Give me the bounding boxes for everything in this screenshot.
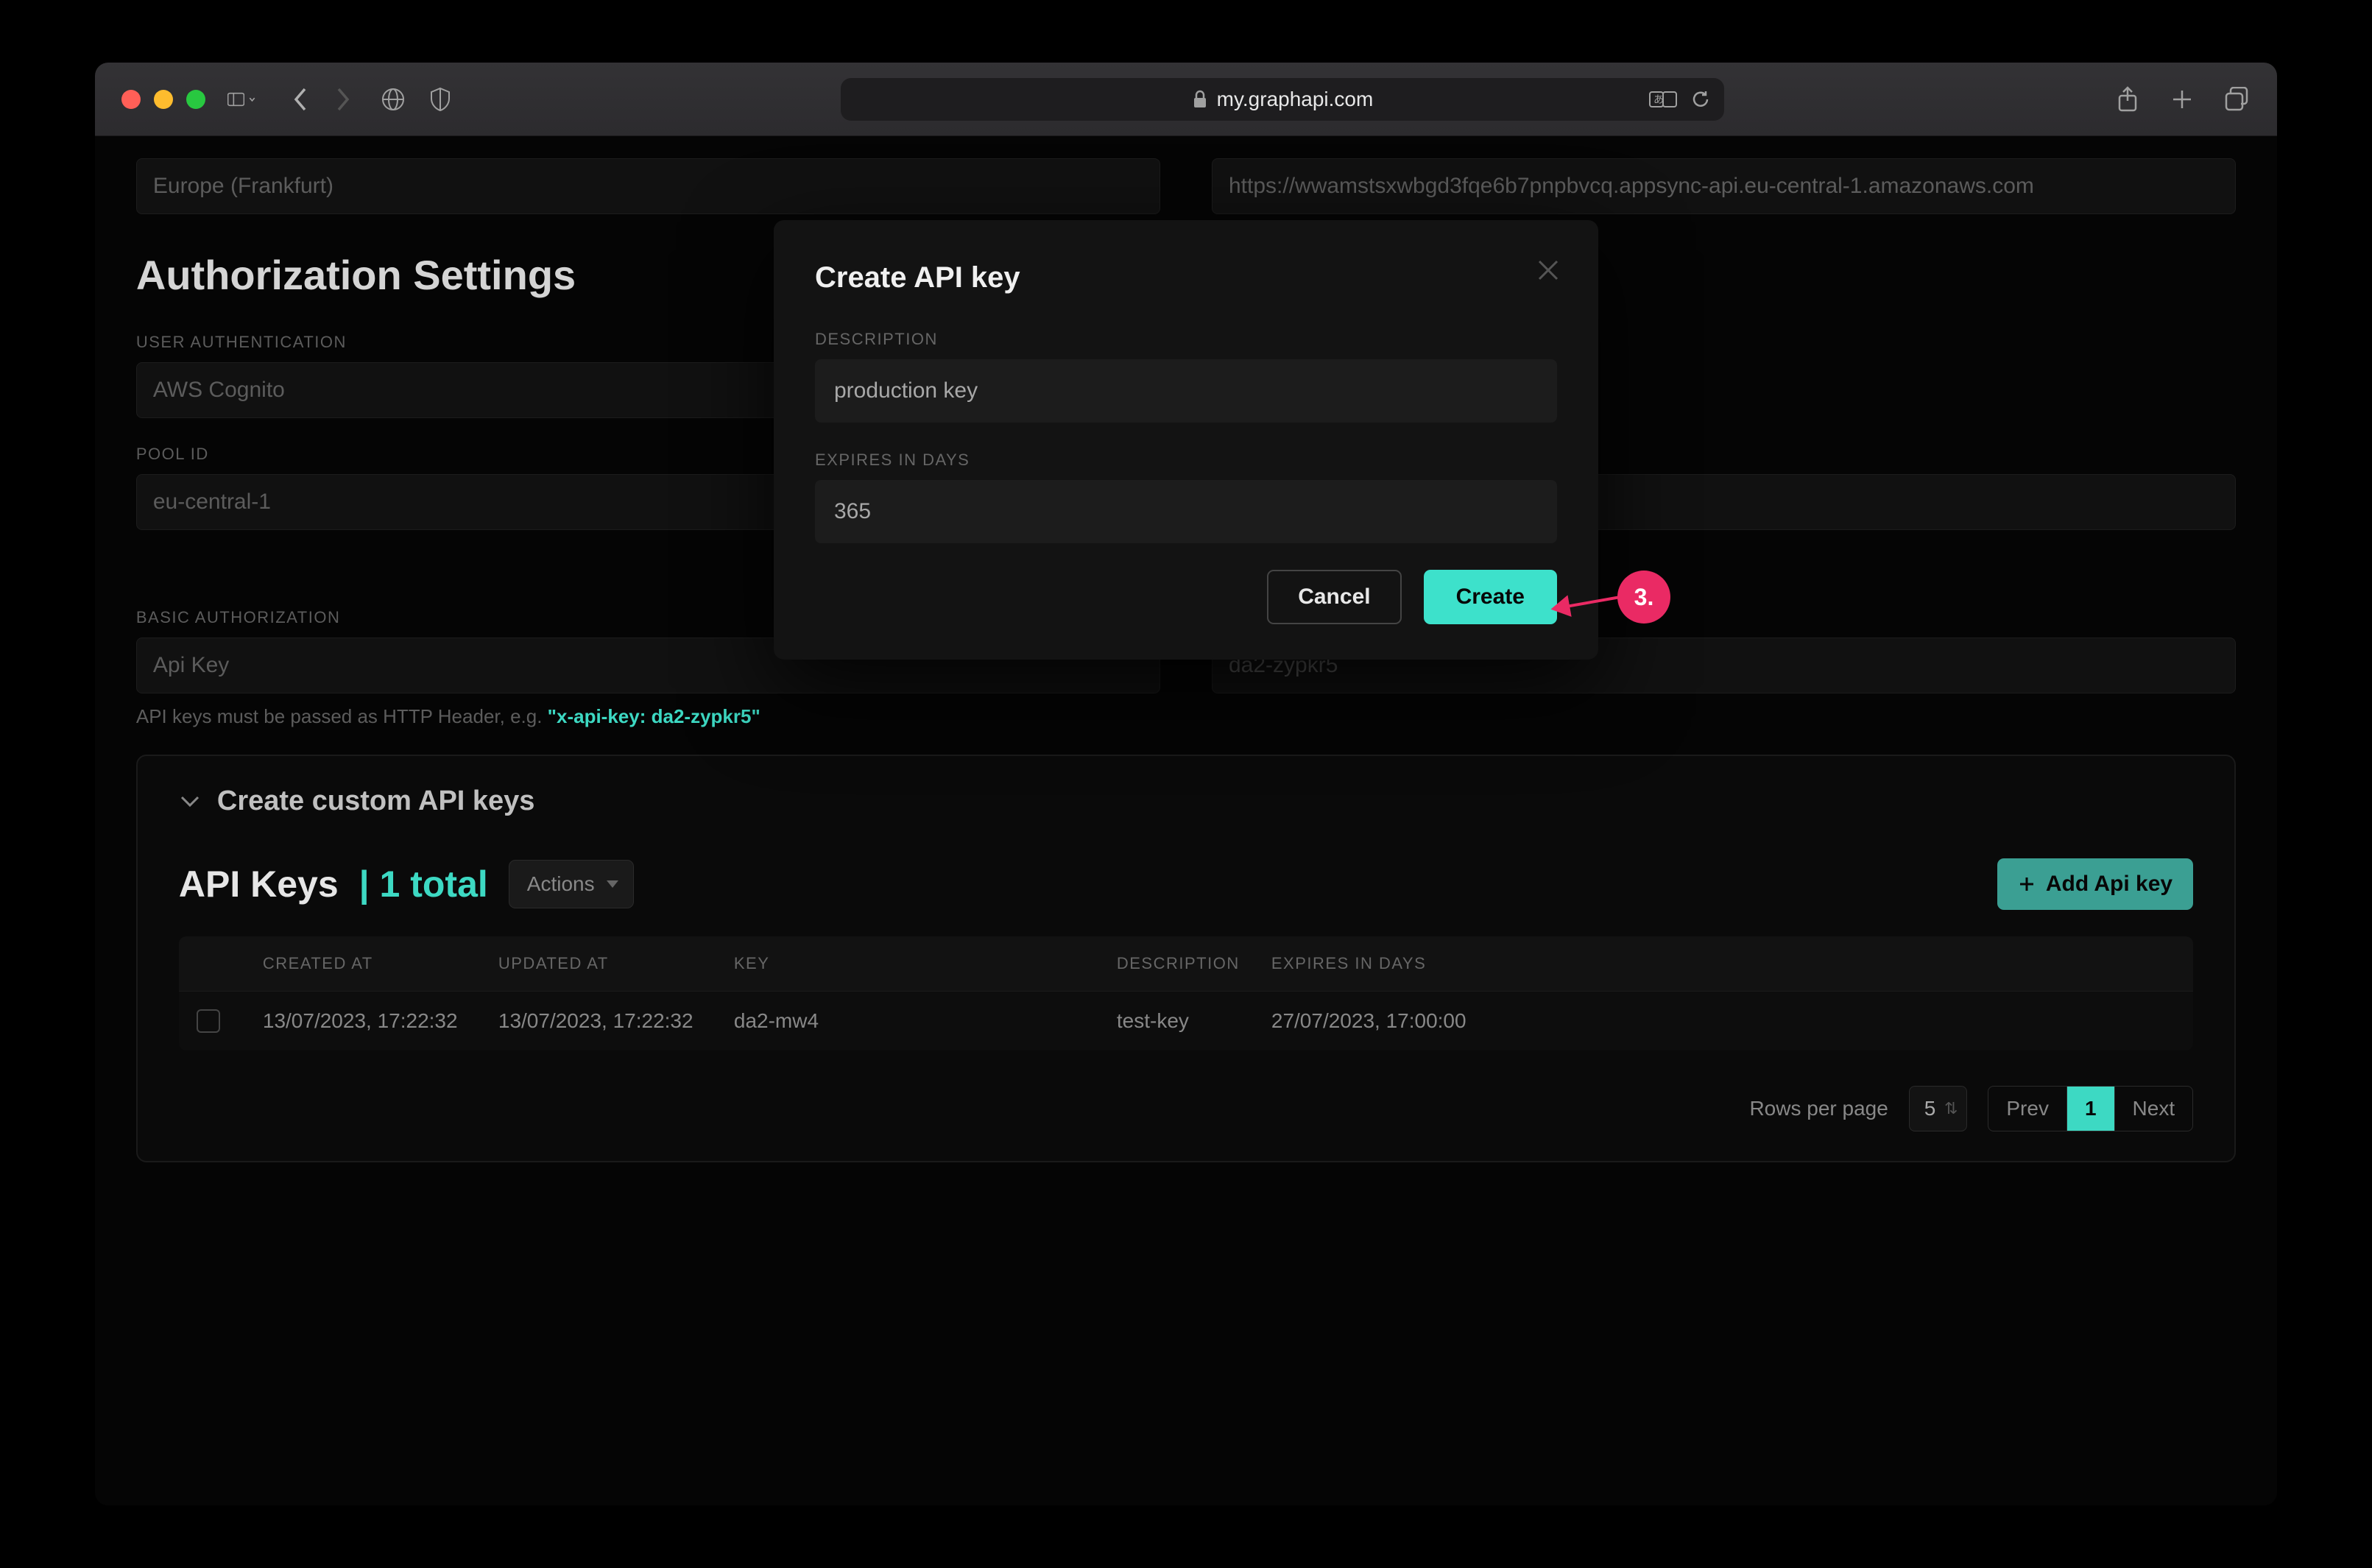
website-settings-button[interactable] (379, 85, 407, 113)
browser-window: my.graphapi.com あ Europe (Fran (95, 63, 2277, 1505)
col-created: CREATED AT (263, 954, 498, 973)
region-field: Europe (Frankfurt) (136, 158, 1160, 214)
browser-chrome: my.graphapi.com あ (95, 63, 2277, 136)
reload-icon[interactable] (1690, 89, 1711, 110)
cell-updated: 13/07/2023, 17:22:32 (498, 1009, 734, 1033)
back-button[interactable] (286, 85, 314, 113)
privacy-report-button[interactable] (426, 85, 454, 113)
plus-icon (2171, 88, 2193, 110)
svg-text:あ: あ (1653, 93, 1664, 105)
add-api-key-button[interactable]: Add Api key (1997, 858, 2193, 910)
actions-dropdown[interactable]: Actions (509, 860, 634, 908)
helper-text: API keys must be passed as HTTP Header, … (136, 705, 1160, 728)
api-keys-count: | 1 total (359, 863, 488, 905)
cell-key: da2-mw4 (734, 1009, 1117, 1033)
col-key: KEY (734, 954, 1117, 973)
pagination: Rows per page 5 Prev 1 Next (179, 1086, 2193, 1131)
modal-title: Create API key (815, 261, 1557, 294)
cell-expires: 27/07/2023, 17:00:00 (1271, 1009, 2193, 1033)
rows-per-page-label: Rows per page (1749, 1097, 1888, 1120)
panel-toggle[interactable]: Create custom API keys (179, 785, 2193, 817)
url-text: my.graphapi.com (1217, 88, 1374, 111)
share-icon (2117, 86, 2139, 113)
cancel-button[interactable]: Cancel (1267, 570, 1401, 624)
minimize-window-button[interactable] (154, 90, 173, 109)
maximize-window-button[interactable] (186, 90, 205, 109)
api-keys-panel: Create custom API keys API Keys | 1 tota… (136, 755, 2236, 1162)
col-description: DESCRIPTION (1117, 954, 1271, 973)
close-window-button[interactable] (121, 90, 141, 109)
close-icon (1535, 257, 1561, 283)
new-tab-button[interactable] (2168, 85, 2196, 113)
add-api-key-label: Add Api key (2046, 872, 2172, 897)
globe-icon (381, 87, 406, 112)
expires-label: EXPIRES IN DAYS (815, 451, 1557, 470)
actions-label: Actions (527, 872, 595, 895)
col-expires: EXPIRES IN DAYS (1271, 954, 2193, 973)
lock-icon (1192, 90, 1208, 109)
description-input[interactable] (815, 359, 1557, 423)
chevron-down-icon (249, 94, 255, 105)
api-keys-heading: API Keys (179, 863, 339, 905)
arrow-icon (1555, 596, 1620, 610)
page-content: Europe (Frankfurt) https://wwamstsxwbgd3… (95, 136, 2277, 1505)
row-checkbox[interactable] (197, 1009, 220, 1033)
tabs-button[interactable] (2223, 85, 2251, 113)
annotation-step-3: 3. (1554, 571, 1670, 624)
translate-icon[interactable]: あ (1649, 88, 1677, 110)
sidebar-icon (227, 89, 244, 110)
traffic-lights (121, 90, 205, 109)
shield-icon (429, 87, 451, 112)
plus-icon (2018, 875, 2036, 893)
next-page-button[interactable]: Next (2115, 1087, 2193, 1131)
page-number-1[interactable]: 1 (2067, 1087, 2115, 1131)
tabs-icon (2224, 87, 2249, 112)
endpoint-field: https://wwamstsxwbgd3fqe6b7pnpbvcq.appsy… (1212, 158, 2236, 214)
forward-button[interactable] (329, 85, 357, 113)
helper-code: "x-api-key: da2-zypkr5" (548, 705, 760, 727)
address-bar[interactable]: my.graphapi.com あ (841, 78, 1724, 121)
table-header: CREATED AT UPDATED AT KEY DESCRIPTION EX… (179, 936, 2193, 991)
create-api-key-modal: Create API key DESCRIPTION EXPIRES IN DA… (774, 220, 1598, 660)
rows-per-page-select[interactable]: 5 (1909, 1086, 1968, 1131)
table-row[interactable]: 13/07/2023, 17:22:32 13/07/2023, 17:22:3… (179, 991, 2193, 1050)
chevron-down-icon (179, 794, 201, 809)
chevron-left-icon (292, 87, 309, 112)
cell-created: 13/07/2023, 17:22:32 (263, 1009, 498, 1033)
cell-desc: test-key (1117, 1009, 1271, 1033)
api-keys-table: CREATED AT UPDATED AT KEY DESCRIPTION EX… (179, 936, 2193, 1050)
sidebar-button[interactable] (227, 85, 255, 113)
share-button[interactable] (2114, 85, 2142, 113)
page-nav: Prev 1 Next (1988, 1086, 2193, 1131)
create-button[interactable]: Create (1424, 570, 1557, 624)
prev-page-button[interactable]: Prev (1988, 1087, 2067, 1131)
panel-toggle-label: Create custom API keys (217, 785, 535, 817)
step-badge: 3. (1617, 571, 1670, 624)
col-updated: UPDATED AT (498, 954, 734, 973)
modal-close-button[interactable] (1535, 257, 1561, 287)
chevron-right-icon (334, 87, 352, 112)
description-label: DESCRIPTION (815, 330, 1557, 349)
expires-input[interactable] (815, 480, 1557, 543)
